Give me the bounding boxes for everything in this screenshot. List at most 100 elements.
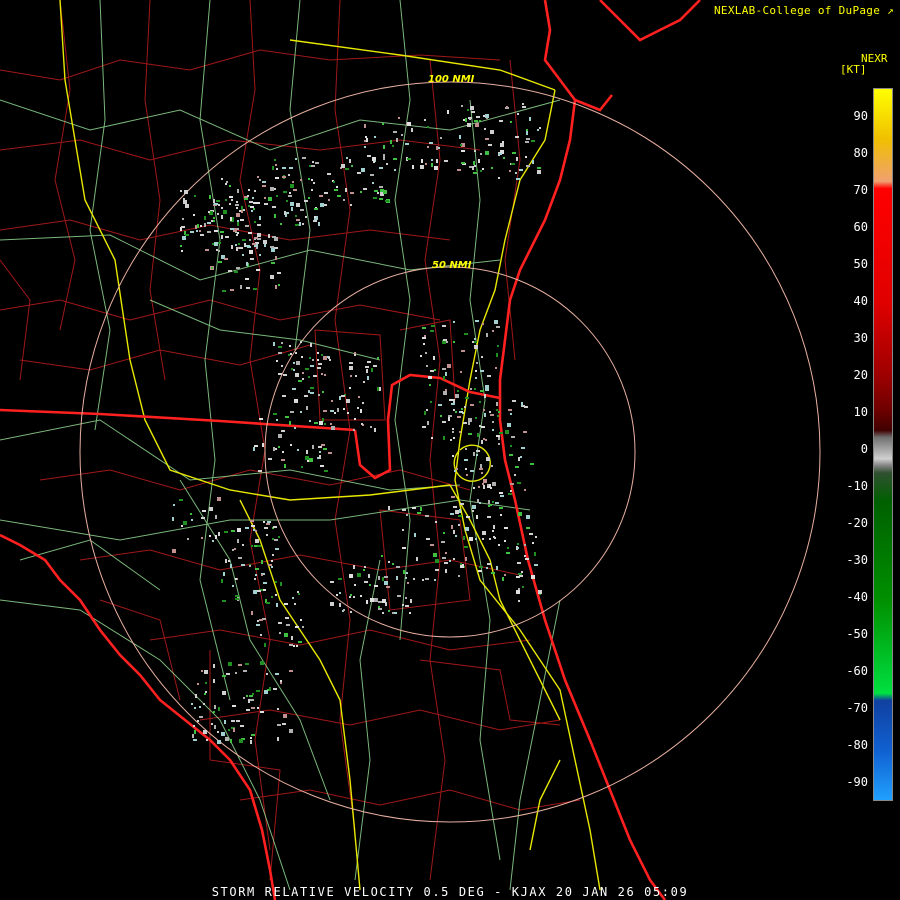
velocity-pixel [293,645,295,647]
velocity-pixel [255,568,259,570]
velocity-pixel [525,558,529,560]
velocity-pixel [481,472,483,474]
velocity-pixel [475,377,477,379]
velocity-pixel [271,248,275,252]
velocity-pixel [341,395,345,397]
velocity-pixel [216,200,220,202]
velocity-pixel [525,156,527,158]
velocity-pixel [412,507,416,509]
velocity-pixel [305,368,309,370]
velocity-pixel [319,451,321,453]
velocity-pixel [289,345,291,347]
velocity-pixel [482,323,484,325]
velocity-pixel [417,512,421,514]
velocity-pixel [230,289,234,291]
velocity-pixel [250,258,254,260]
velocity-pixel [522,586,524,588]
velocity-pixel [451,403,455,405]
velocity-pixel [336,186,338,188]
velocity-pixel [264,203,268,205]
velocity-pixel [205,682,207,684]
velocity-pixel [246,262,248,266]
velocity-pixel [337,408,339,412]
velocity-pixel [485,114,489,118]
velocity-pixel [522,106,526,108]
velocity-pixel [473,487,475,489]
velocity-pixel [218,707,220,711]
velocity-pixel [311,179,313,181]
velocity-pixel [499,432,503,434]
velocity-pixel [386,586,390,588]
velocity-pixel [396,566,400,568]
velocity-pixel [529,117,531,121]
velocity-pixel [496,326,500,328]
velocity-pixel [235,598,239,600]
velocity-pixel [402,547,406,549]
velocity-pixel [221,235,223,239]
velocity-pixel [468,117,472,119]
velocity-pixel [323,356,327,360]
legend-tick: 70 [853,183,868,197]
velocity-pixel [461,350,465,352]
velocity-pixel [251,707,255,709]
velocity-pixel [474,165,476,167]
velocity-pixel [333,181,335,183]
velocity-pixel [292,181,294,183]
velocity-pixel [524,489,526,491]
velocity-pixel [255,530,257,532]
velocity-pixel [523,431,527,433]
velocity-pixel [502,141,504,143]
velocity-pixel [225,559,227,563]
velocity-pixel [474,338,476,340]
velocity-pixel [350,204,352,206]
velocity-pixel [427,126,429,128]
velocity-pixel [279,632,281,634]
legend-tick: 20 [853,368,868,382]
velocity-pixel [248,189,250,191]
velocity-pixel [200,225,202,227]
velocity-pixel [526,515,530,519]
velocity-pixel [255,574,257,576]
velocity-pixel [274,539,278,541]
velocity-pixel [449,560,451,562]
velocity-pixel [302,157,306,159]
velocity-pixel [257,233,261,237]
legend-tick: -50 [846,627,868,641]
velocity-pixel [481,426,485,428]
velocity-pixel [194,195,196,197]
velocity-pixel [288,195,292,197]
legend-tick: -60 [846,664,868,678]
velocity-pixel [472,510,474,512]
velocity-pixel [302,378,304,380]
velocity-pixel [263,521,265,523]
velocity-pixel [483,409,485,411]
velocity-pixel [236,234,238,236]
velocity-pixel [460,144,462,146]
velocity-pixel [312,161,314,163]
velocity-pixel [204,670,208,674]
velocity-pixel [475,320,479,322]
velocity-pixel [277,724,281,726]
velocity-pixel [314,208,318,210]
velocity-pixel [197,224,199,228]
velocity-pixel [476,169,478,171]
velocity-pixel [239,247,243,249]
velocity-pixel [339,396,341,400]
velocity-pixel [215,535,217,539]
velocity-pixel [337,195,341,197]
velocity-pixel [278,434,282,438]
velocity-pixel [447,110,449,114]
velocity-pixel [236,201,238,203]
velocity-pixel [292,388,296,390]
velocity-pixel [512,400,516,402]
velocity-pixel [497,345,499,347]
velocity-pixel [286,200,288,202]
velocity-pixel [262,443,264,447]
velocity-pixel [451,496,455,498]
velocity-pixel [237,220,239,222]
velocity-pixel [197,683,199,685]
velocity-pixel [192,734,194,738]
velocity-pixel [458,575,460,577]
velocity-pixel [282,723,286,725]
velocity-pixel [445,372,447,376]
